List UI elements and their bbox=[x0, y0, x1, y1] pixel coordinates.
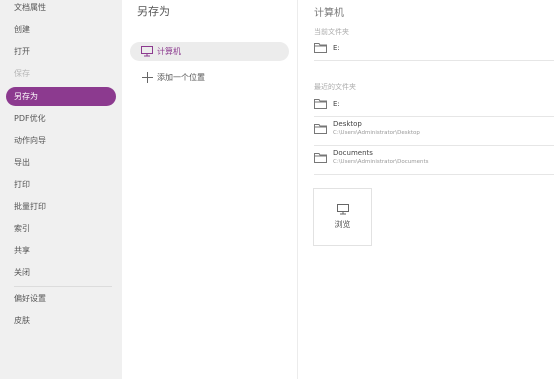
folder-text: Desktop C:\Users\Administrator\Desktop bbox=[327, 120, 420, 136]
folder-path: C:\Users\Administrator\Documents bbox=[333, 159, 429, 165]
folder-text: Documents C:\Users\Administrator\Documen… bbox=[327, 149, 429, 165]
folder-icon bbox=[314, 123, 327, 134]
folder-icon bbox=[314, 98, 327, 109]
add-place-label: 添加一个位置 bbox=[157, 73, 205, 82]
nav-item-skin[interactable]: 皮肤 bbox=[6, 311, 116, 331]
place-computer-label: 计算机 bbox=[157, 47, 181, 56]
panel-title: 计算机 bbox=[314, 8, 344, 19]
computer-icon bbox=[141, 46, 153, 57]
plus-icon bbox=[142, 72, 153, 83]
folder-icon bbox=[314, 152, 327, 163]
add-place-button[interactable]: 添加一个位置 bbox=[142, 72, 205, 83]
nav-item-export[interactable]: 导出 bbox=[6, 153, 116, 173]
current-folder-label: 当前文件夹 bbox=[314, 28, 349, 36]
nav-item-action-wizard[interactable]: 动作向导 bbox=[6, 131, 116, 151]
folder-name: E: bbox=[333, 99, 340, 108]
place-computer[interactable]: 计算机 bbox=[130, 42, 289, 61]
nav-item-preferences[interactable]: 偏好设置 bbox=[6, 289, 116, 309]
recent-folder-item[interactable]: Documents C:\Users\Administrator\Documen… bbox=[314, 149, 554, 165]
nav-item-close[interactable]: 关闭 bbox=[6, 263, 116, 283]
folder-name: Documents bbox=[333, 149, 373, 157]
nav-item-share[interactable]: 共享 bbox=[6, 241, 116, 261]
recent-folders-label: 最近的文件夹 bbox=[314, 83, 356, 91]
folder-name: E: bbox=[333, 43, 340, 52]
browse-button[interactable]: 浏览 bbox=[313, 188, 372, 246]
nav-divider bbox=[14, 286, 112, 287]
nav-item-batch-print[interactable]: 批量打印 bbox=[6, 197, 116, 217]
row-divider bbox=[314, 116, 554, 117]
backstage-nav: 文档属性 创建 打开 保存 另存为 PDF优化 动作向导 导出 打印 批量打印 … bbox=[0, 0, 122, 379]
recent-folder-item[interactable]: Desktop C:\Users\Administrator\Desktop bbox=[314, 120, 554, 136]
current-folder-item[interactable]: E: bbox=[314, 42, 554, 53]
monitor-icon bbox=[336, 204, 349, 215]
nav-item-index[interactable]: 索引 bbox=[6, 219, 116, 239]
nav-item-pdf-optimize[interactable]: PDF优化 bbox=[6, 109, 116, 129]
browse-label: 浏览 bbox=[334, 220, 351, 229]
nav-item-save: 保存 bbox=[14, 69, 30, 78]
folder-path: C:\Users\Administrator\Desktop bbox=[333, 130, 420, 136]
row-divider bbox=[314, 174, 554, 175]
nav-item-document-properties[interactable]: 文档属性 bbox=[6, 0, 116, 18]
nav-item-open[interactable]: 打开 bbox=[6, 42, 116, 62]
nav-item-create[interactable]: 创建 bbox=[6, 20, 116, 40]
nav-item-save-as[interactable]: 另存为 bbox=[6, 87, 116, 106]
computer-folders-panel: 计算机 当前文件夹 E: 最近的文件夹 E: Desktop C:\Users\… bbox=[298, 0, 554, 379]
nav-item-print[interactable]: 打印 bbox=[6, 175, 116, 195]
row-divider bbox=[314, 145, 554, 146]
page-title: 另存为 bbox=[137, 5, 170, 18]
row-divider bbox=[314, 60, 554, 61]
save-as-places-panel: 另存为 计算机 添加一个位置 bbox=[122, 0, 298, 379]
folder-icon bbox=[314, 42, 327, 53]
recent-folder-item[interactable]: E: bbox=[314, 98, 554, 109]
folder-name: Desktop bbox=[333, 120, 362, 128]
